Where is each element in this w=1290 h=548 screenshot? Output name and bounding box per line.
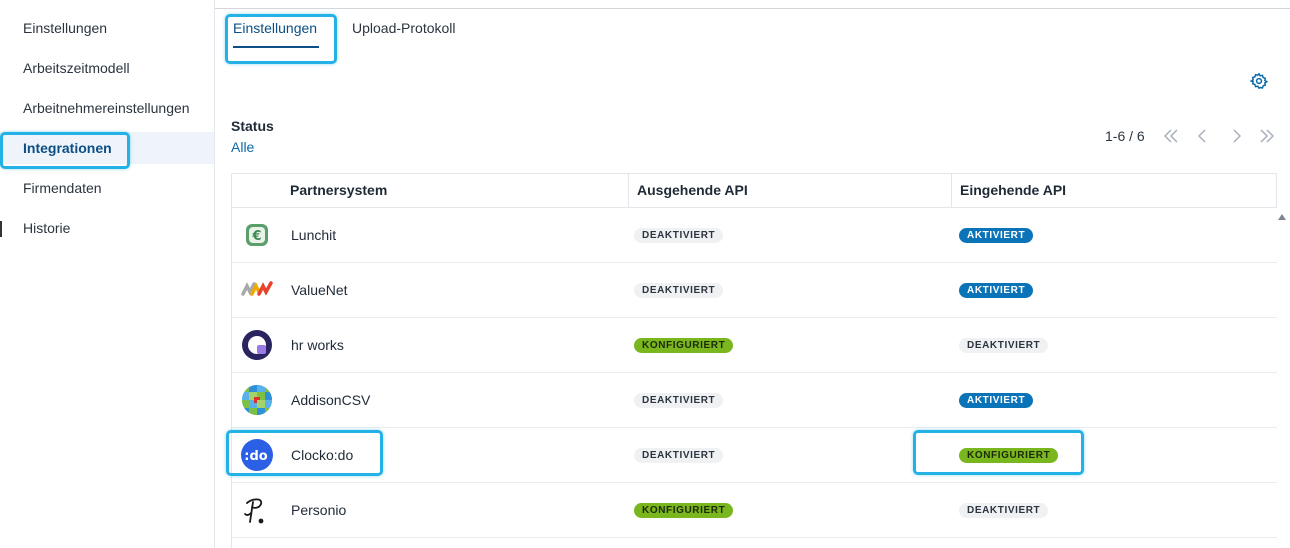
header-divider bbox=[215, 8, 1290, 9]
table-row[interactable]: € Lunchit DEAKTIVIERT AKTIVIERT bbox=[232, 208, 1277, 263]
sidebar-item-firmendaten[interactable]: Firmendaten bbox=[23, 172, 102, 204]
sidebar-item-arbeitszeitmodell[interactable]: Arbeitszeitmodell bbox=[23, 52, 130, 84]
last-page-icon[interactable] bbox=[1256, 125, 1278, 147]
table-row[interactable]: hr works KONFIGURIERT DEAKTIVIERT bbox=[232, 318, 1277, 373]
integrations-table: Partnersystem Ausgehende API Eingehende … bbox=[231, 173, 1277, 548]
tab-active-indicator bbox=[233, 46, 319, 48]
table-row[interactable]: :do Clocko:do DEAKTIVIERT KONFIGURIERT bbox=[232, 428, 1277, 483]
incoming-api-badge: KONFIGURIERT bbox=[959, 448, 1059, 463]
partner-name: Clocko:do bbox=[291, 447, 354, 463]
incoming-api-badge: AKTIVIERT bbox=[959, 283, 1034, 298]
sidebar: Einstellungen Arbeitszeitmodell Arbeitne… bbox=[0, 0, 215, 548]
scroll-up-arrow-icon[interactable] bbox=[1278, 214, 1286, 220]
sidebar-item-arbeitnehmereinstellungen[interactable]: Arbeitnehmereinstellungen bbox=[23, 92, 190, 124]
column-header-partnersystem[interactable]: Partnersystem bbox=[282, 174, 628, 208]
sidebar-item-integrationen[interactable]: Integrationen bbox=[0, 132, 214, 164]
sidebar-edge-marker bbox=[0, 221, 2, 237]
next-page-icon[interactable] bbox=[1225, 125, 1247, 147]
outgoing-api-badge: DEAKTIVIERT bbox=[634, 228, 724, 243]
incoming-api-badge: AKTIVIERT bbox=[959, 228, 1034, 243]
gear-icon[interactable] bbox=[1249, 72, 1269, 90]
partner-name: ValueNet bbox=[291, 282, 348, 298]
partner-name: Lunchit bbox=[291, 227, 337, 243]
column-header-eingehende-api[interactable]: Eingehende API bbox=[951, 174, 1276, 208]
partner-name: AddisonCSV bbox=[291, 392, 371, 408]
outgoing-api-badge: DEAKTIVIERT bbox=[634, 283, 724, 298]
table-row[interactable]: AddisonCSV DEAKTIVIERT AKTIVIERT bbox=[232, 373, 1277, 428]
sidebar-item-historie[interactable]: Historie bbox=[23, 212, 70, 244]
clockodo-logo-text: :do bbox=[244, 449, 268, 464]
table-row[interactable]: Personio KONFIGURIERT DEAKTIVIERT bbox=[232, 483, 1277, 538]
personio-logo bbox=[241, 494, 273, 526]
previous-page-icon[interactable] bbox=[1192, 125, 1214, 147]
table-row[interactable]: ValueNet DEAKTIVIERT AKTIVIERT bbox=[232, 263, 1277, 318]
valuenet-logo bbox=[241, 274, 273, 306]
table-header: Partnersystem Ausgehende API Eingehende … bbox=[232, 173, 1277, 208]
column-header-ausgehende-api[interactable]: Ausgehende API bbox=[628, 174, 951, 208]
svg-text:€: € bbox=[251, 229, 261, 244]
tab-einstellungen[interactable]: Einstellungen bbox=[233, 18, 317, 42]
incoming-api-badge: DEAKTIVIERT bbox=[959, 338, 1049, 353]
outgoing-api-badge: DEAKTIVIERT bbox=[634, 393, 724, 408]
tab-upload-protokoll[interactable]: Upload-Protokoll bbox=[352, 18, 456, 42]
partner-name: Personio bbox=[291, 502, 347, 518]
status-filter-label: Status bbox=[231, 118, 274, 134]
hrworks-logo bbox=[241, 329, 273, 361]
status-filter-value[interactable]: Alle bbox=[231, 139, 254, 155]
partner-name: hr works bbox=[291, 337, 344, 353]
outgoing-api-badge: DEAKTIVIERT bbox=[634, 448, 724, 463]
sidebar-item-einstellungen[interactable]: Einstellungen bbox=[23, 12, 107, 44]
clockodo-logo: :do bbox=[241, 439, 273, 471]
outgoing-api-badge: KONFIGURIERT bbox=[634, 338, 734, 353]
lunchit-logo: € bbox=[241, 219, 273, 251]
pagination-range: 1-6 / 6 bbox=[1105, 128, 1145, 144]
first-page-icon[interactable] bbox=[1160, 125, 1182, 147]
outgoing-api-badge: KONFIGURIERT bbox=[634, 503, 734, 518]
addison-logo bbox=[241, 384, 273, 416]
incoming-api-badge: DEAKTIVIERT bbox=[959, 503, 1049, 518]
incoming-api-badge: AKTIVIERT bbox=[959, 393, 1034, 408]
